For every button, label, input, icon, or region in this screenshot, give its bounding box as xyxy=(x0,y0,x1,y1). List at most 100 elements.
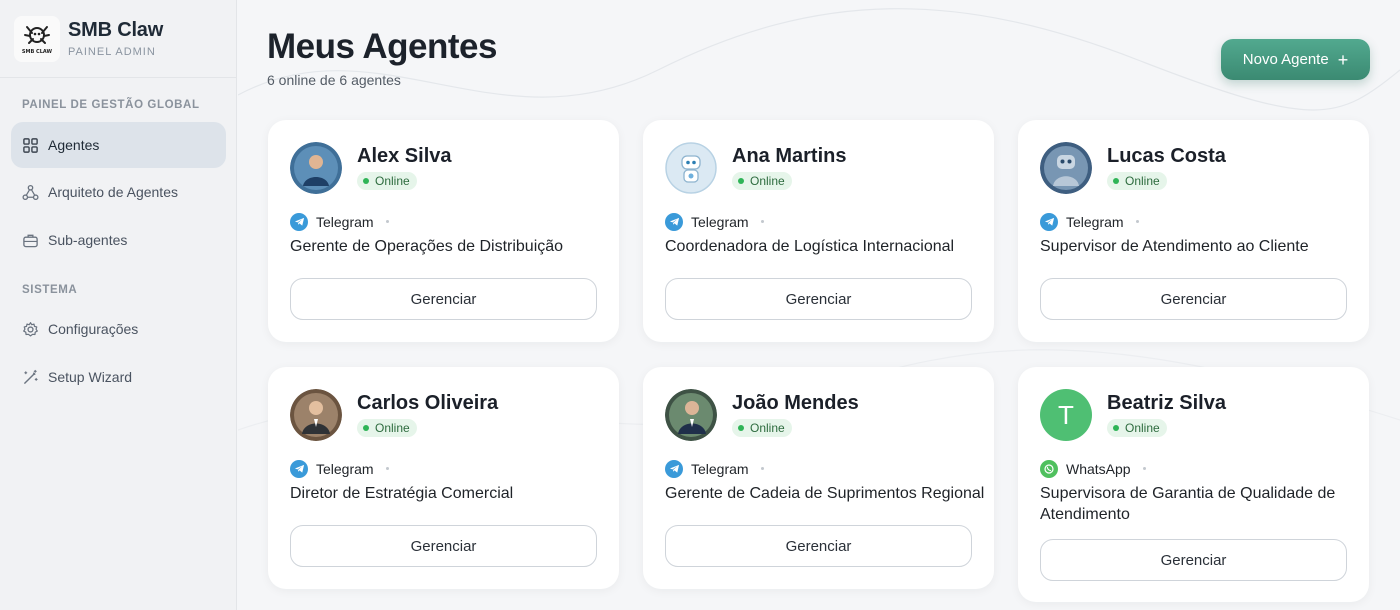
new-agent-button[interactable]: Novo Agente + xyxy=(1221,39,1370,80)
agent-card: Alex Silva Online Telegram Gerente de Op… xyxy=(268,120,619,342)
online-dot-icon xyxy=(363,178,369,184)
channel-info: Telegram xyxy=(665,212,764,231)
magic-wand-icon xyxy=(21,368,39,386)
status-badge: Online xyxy=(732,172,792,190)
agent-name: João Mendes xyxy=(732,392,859,414)
gear-icon xyxy=(21,320,39,338)
nodes-icon xyxy=(21,183,39,201)
sidebar-item-arquiteto[interactable]: Arquiteto de Agentes xyxy=(11,169,226,215)
person-photo-icon xyxy=(290,142,342,194)
manage-button[interactable]: Gerenciar xyxy=(290,525,597,567)
agent-role: Supervisora de Garantia de Qualidade de … xyxy=(1040,485,1336,523)
claw-logo-icon: SMB CLAW xyxy=(22,25,53,55)
sidebar-item-label: Setup Wizard xyxy=(48,369,133,385)
agent-role: Supervisor de Atendimento ao Cliente xyxy=(1040,238,1309,255)
agent-name: Ana Martins xyxy=(732,145,847,167)
plus-icon: + xyxy=(1337,49,1349,70)
status-label: Online xyxy=(375,421,410,435)
whatsapp-icon xyxy=(1040,459,1058,478)
manage-button[interactable]: Gerenciar xyxy=(665,525,972,567)
section-label-global: PAINEL DE GESTÃO GLOBAL xyxy=(22,99,200,111)
status-label: Online xyxy=(750,421,785,435)
robot-avatar-icon xyxy=(665,142,717,194)
separator-dot-icon xyxy=(1135,220,1139,223)
channel-label: Telegram xyxy=(316,213,374,230)
agent-avatar xyxy=(1040,142,1092,194)
person-photo-icon xyxy=(290,389,342,441)
new-agent-label: Novo Agente xyxy=(1242,51,1329,68)
agent-avatar xyxy=(290,389,342,441)
separator-dot-icon xyxy=(760,467,764,470)
agent-avatar xyxy=(290,142,342,194)
sidebar: SMB CLAW SMB Claw PAINEL ADMIN PAINEL DE… xyxy=(0,0,237,610)
channel-info: Telegram xyxy=(290,459,389,478)
channel-info: Telegram xyxy=(1040,212,1139,231)
channel-label: Telegram xyxy=(1066,213,1124,230)
telegram-icon xyxy=(665,459,683,478)
online-dot-icon xyxy=(1113,178,1119,184)
sidebar-item-sub-agentes[interactable]: Sub-agentes xyxy=(11,217,226,263)
separator-dot-icon xyxy=(385,467,389,470)
telegram-icon xyxy=(665,212,683,231)
agent-card: João Mendes Online Telegram Gerente de C… xyxy=(643,367,994,589)
separator-dot-icon xyxy=(1142,467,1146,470)
status-badge: Online xyxy=(732,419,792,437)
manage-button[interactable]: Gerenciar xyxy=(1040,278,1347,320)
manage-button[interactable]: Gerenciar xyxy=(665,278,972,320)
agent-name: Beatriz Silva xyxy=(1107,392,1226,414)
telegram-icon xyxy=(290,212,308,231)
status-badge: Online xyxy=(1107,172,1167,190)
online-dot-icon xyxy=(738,178,744,184)
online-dot-icon xyxy=(1113,425,1119,431)
robot-photo-icon xyxy=(1040,142,1092,194)
status-label: Online xyxy=(750,174,785,188)
telegram-icon xyxy=(1040,212,1058,231)
agent-role: Gerente de Operações de Distribuição xyxy=(290,238,564,255)
brand-name: SMB Claw xyxy=(68,19,164,41)
agent-name: Alex Silva xyxy=(357,145,452,167)
sidebar-item-label: Arquiteto de Agentes xyxy=(48,184,178,200)
channel-label: Telegram xyxy=(316,460,374,477)
separator-dot-icon xyxy=(760,220,764,223)
manage-button[interactable]: Gerenciar xyxy=(290,278,597,320)
status-badge: Online xyxy=(1107,419,1167,437)
sidebar-item-setup-wizard[interactable]: Setup Wizard xyxy=(11,354,226,400)
online-dot-icon xyxy=(738,425,744,431)
page-title: Meus Agentes xyxy=(267,27,497,66)
brand-logo: SMB CLAW xyxy=(14,15,60,62)
separator-dot-icon xyxy=(385,220,389,223)
sidebar-item-label: Sub-agentes xyxy=(48,232,128,248)
person-photo-icon xyxy=(665,389,717,441)
grid-icon xyxy=(21,136,39,154)
agent-name: Lucas Costa xyxy=(1107,145,1226,167)
channel-info: Telegram xyxy=(290,212,389,231)
channel-label: Telegram xyxy=(691,460,749,477)
briefcase-icon xyxy=(21,231,39,249)
brand: SMB CLAW SMB Claw PAINEL ADMIN xyxy=(0,0,236,78)
agent-card: T Beatriz Silva Online WhatsApp Supervis… xyxy=(1018,367,1369,602)
channel-info: WhatsApp xyxy=(1040,459,1146,478)
sidebar-item-configuracoes[interactable]: Configurações xyxy=(11,306,226,352)
agent-avatar-letter: T xyxy=(1040,389,1092,441)
sidebar-item-label: Configurações xyxy=(48,321,139,337)
sidebar-item-agentes[interactable]: Agentes xyxy=(11,122,226,168)
agent-card: Ana Martins Online Telegram Coordenadora… xyxy=(643,120,994,342)
channel-label: WhatsApp xyxy=(1066,460,1131,477)
agent-card: Lucas Costa Online Telegram Supervisor d… xyxy=(1018,120,1369,342)
agent-name: Carlos Oliveira xyxy=(357,392,499,414)
main-content: Meus Agentes 6 online de 6 agentes Novo … xyxy=(238,0,1400,610)
channel-label: Telegram xyxy=(691,213,749,230)
channel-info: Telegram xyxy=(665,459,764,478)
status-label: Online xyxy=(1125,174,1160,188)
section-label-system: SISTEMA xyxy=(22,284,78,296)
agent-role: Gerente de Cadeia de Suprimentos Regiona… xyxy=(665,485,985,502)
agent-card: Carlos Oliveira Online Telegram Diretor … xyxy=(268,367,619,589)
online-dot-icon xyxy=(363,425,369,431)
sidebar-item-label: Agentes xyxy=(48,137,100,153)
manage-button[interactable]: Gerenciar xyxy=(1040,539,1347,581)
agents-count: 6 online de 6 agentes xyxy=(267,72,401,88)
telegram-icon xyxy=(290,459,308,478)
status-label: Online xyxy=(1125,421,1160,435)
svg-text:SMB CLAW: SMB CLAW xyxy=(22,49,53,55)
agent-avatar xyxy=(665,389,717,441)
